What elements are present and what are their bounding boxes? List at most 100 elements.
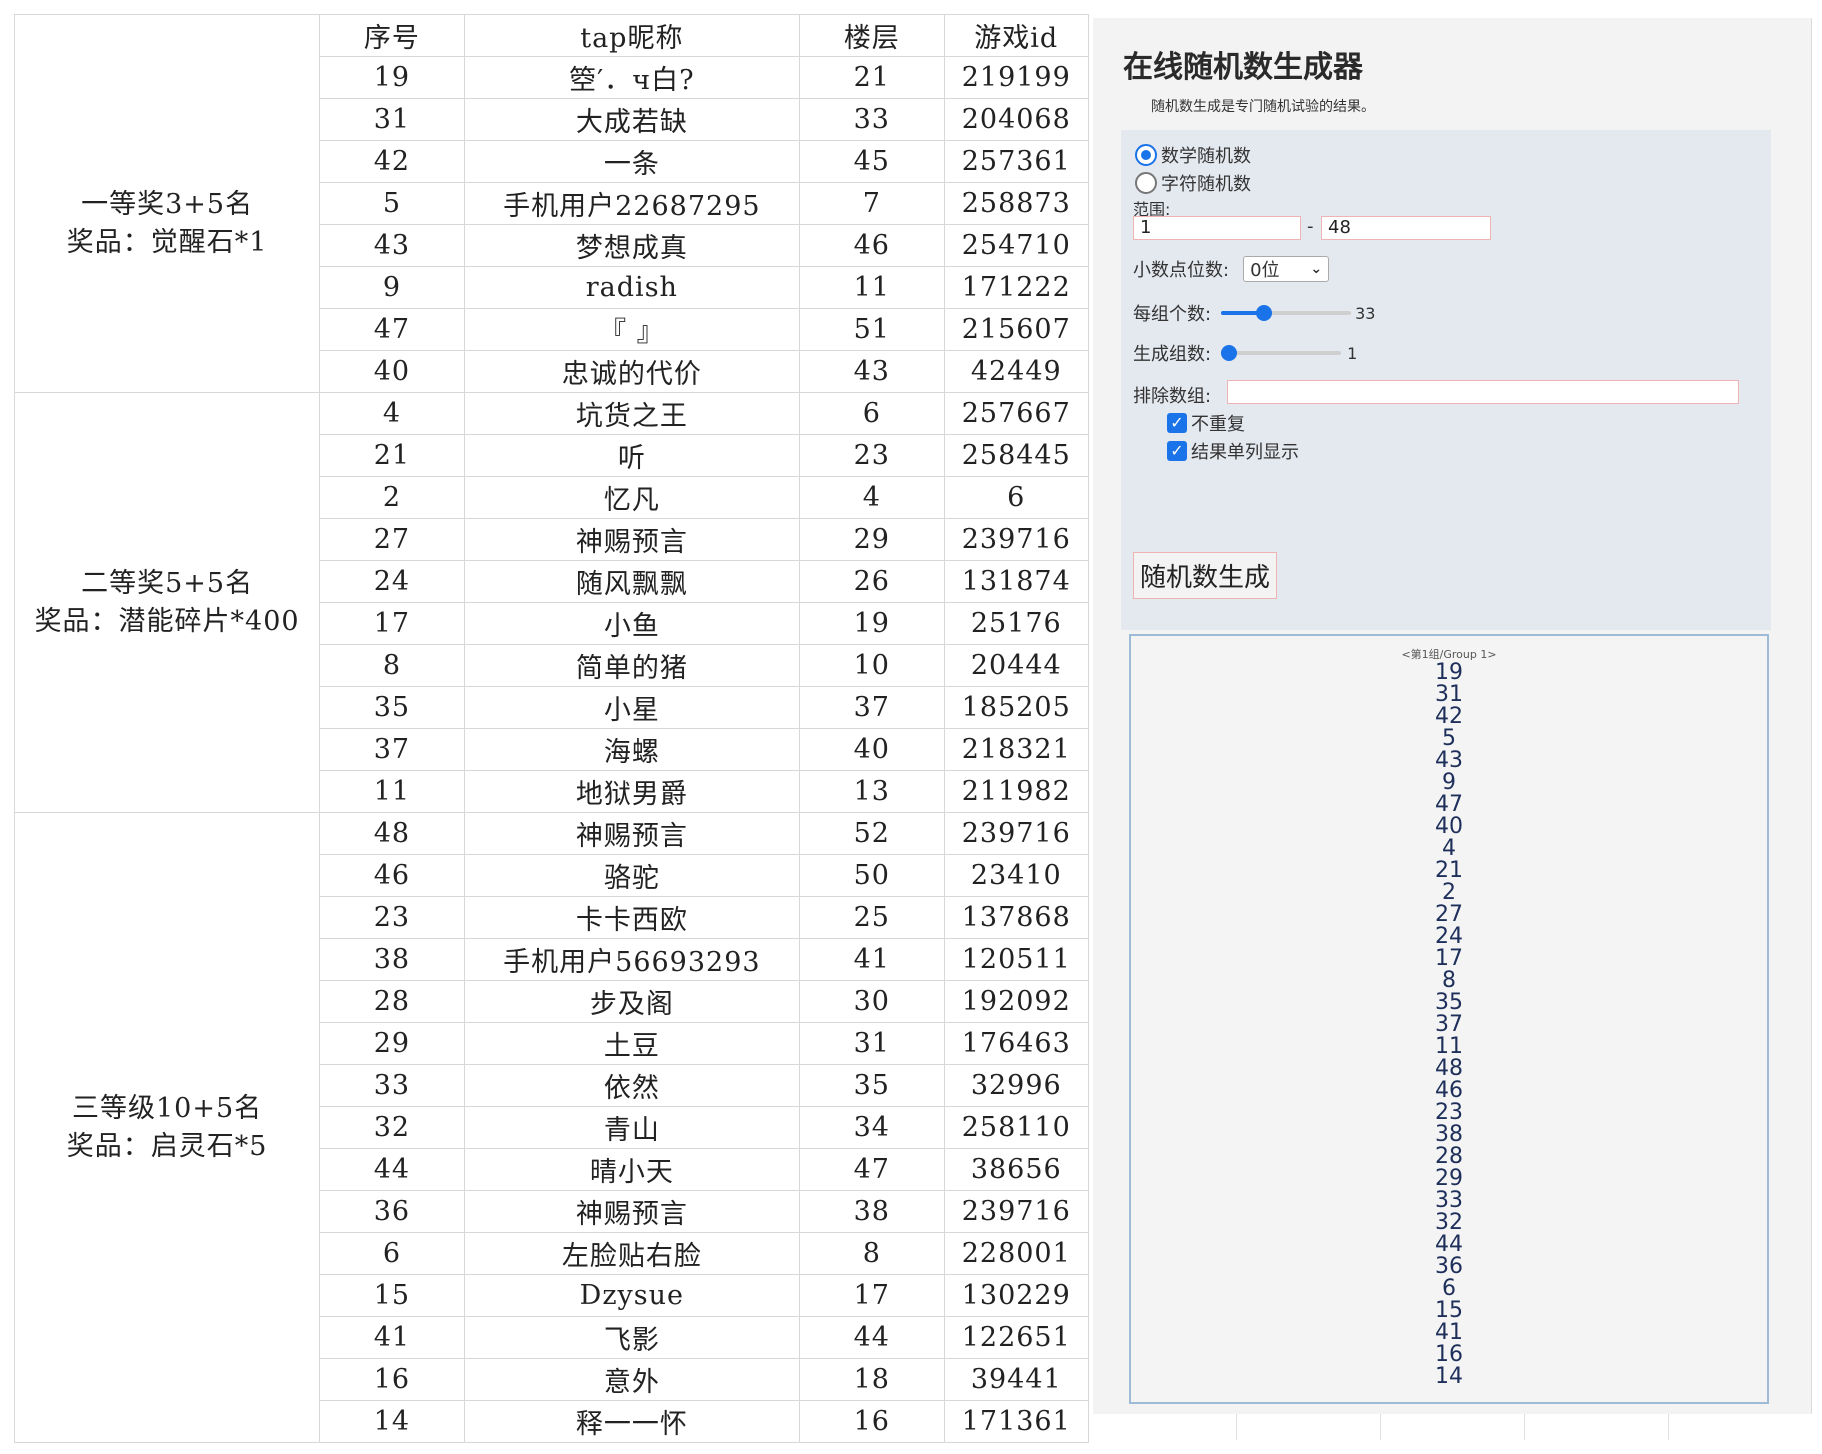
- cell-serial: 32: [320, 1107, 464, 1149]
- result-number: 48: [1399, 1058, 1499, 1080]
- cell-serial: 28: [320, 981, 464, 1023]
- cell-nickname: Dzysue: [464, 1275, 799, 1317]
- groups-slider-thumb[interactable]: [1221, 345, 1237, 361]
- prize-tier-label: 一等奖3+5名: [15, 186, 319, 224]
- cell-game-id: 32996: [944, 1065, 1088, 1107]
- generate-button[interactable]: 随机数生成: [1133, 552, 1277, 599]
- result-number: 4: [1399, 838, 1499, 860]
- per-group-slider-thumb[interactable]: [1256, 305, 1272, 321]
- single-column-option[interactable]: ✓ 结果单列显示: [1167, 438, 1299, 464]
- cell-serial: 29: [320, 1023, 464, 1065]
- cell-game-id: 218321: [944, 729, 1088, 771]
- cell-game-id: 131874: [944, 561, 1088, 603]
- cell-serial: 38: [320, 939, 464, 981]
- cell-serial: 48: [320, 813, 464, 855]
- column-header: 序号: [320, 15, 464, 57]
- result-number: 19: [1399, 662, 1499, 684]
- cell-game-id: 215607: [944, 309, 1088, 351]
- cell-game-id: 38656: [944, 1149, 1088, 1191]
- cell-game-id: 211982: [944, 771, 1088, 813]
- cell-serial: 40: [320, 351, 464, 393]
- cell-nickname: 依然: [464, 1065, 799, 1107]
- cell-game-id: 257361: [944, 141, 1088, 183]
- cell-game-id: 6: [944, 477, 1088, 519]
- cell-serial: 11: [320, 771, 464, 813]
- column-header: 楼层: [800, 15, 944, 57]
- range-min-input[interactable]: 1: [1133, 216, 1301, 240]
- cell-floor: 29: [800, 519, 944, 561]
- cell-game-id: 257667: [944, 393, 1088, 435]
- cell-serial: 41: [320, 1317, 464, 1359]
- cell-game-id: 239716: [944, 813, 1088, 855]
- prize-group-cell: 三等级10+5名 奖品：启灵石*5: [15, 813, 320, 1443]
- result-number: 27: [1399, 904, 1499, 926]
- per-group-value: 33: [1355, 304, 1375, 323]
- swirl-ornament-icon: ෣: [562, 1152, 563, 1187]
- cell-nickname: 简单的猪: [464, 645, 799, 687]
- single-column-label: 结果单列显示: [1191, 438, 1299, 464]
- range-max-input[interactable]: 48: [1321, 216, 1491, 240]
- mode-option-char[interactable]: 字符随机数: [1135, 170, 1251, 196]
- nickname-text: 晴小天: [590, 1157, 674, 1188]
- result-list: 19 31 42 5 43 9 47 40 4 21 2 27 24 17 8 35 37 11 48 46 23 38 2…: [1399, 662, 1499, 1388]
- cell-nickname: 随风飘飘: [464, 561, 799, 603]
- cell-floor: 31: [800, 1023, 944, 1065]
- cell-nickname: 手机用户56693293: [464, 939, 799, 981]
- cell-nickname: 小星: [464, 687, 799, 729]
- cell-floor: 18: [800, 1359, 944, 1401]
- check-icon[interactable]: ✓: [1167, 413, 1187, 433]
- result-number: 40: [1399, 816, 1499, 838]
- cell-floor: 33: [800, 99, 944, 141]
- cell-serial: 21: [320, 435, 464, 477]
- result-number: 16: [1399, 1344, 1499, 1366]
- result-number: 35: [1399, 992, 1499, 1014]
- cell-serial: 17: [320, 603, 464, 645]
- cell-floor: 34: [800, 1107, 944, 1149]
- cell-serial: 15: [320, 1275, 464, 1317]
- cell-game-id: 171361: [944, 1401, 1088, 1443]
- header-blank-cell: [15, 15, 320, 57]
- decimal-select-value: 0位: [1250, 256, 1279, 282]
- decimal-row: 小数点位数: 0位 ⌄: [1133, 256, 1329, 282]
- cell-floor: 6: [800, 393, 944, 435]
- decimal-select[interactable]: 0位 ⌄: [1243, 256, 1329, 282]
- cell-nickname: 听: [464, 435, 799, 477]
- cell-game-id: 192092: [944, 981, 1088, 1023]
- cell-serial: 27: [320, 519, 464, 561]
- no-repeat-option[interactable]: ✓ 不重复: [1167, 410, 1245, 436]
- result-number: 23: [1399, 1102, 1499, 1124]
- cell-game-id: 122651: [944, 1317, 1088, 1359]
- cell-floor: 44: [800, 1317, 944, 1359]
- cell-nickname: 飞影: [464, 1317, 799, 1359]
- cell-floor: 47: [800, 1149, 944, 1191]
- cell-floor: 10: [800, 645, 944, 687]
- result-number: 24: [1399, 926, 1499, 948]
- exclude-label: 排除数组:: [1133, 382, 1211, 408]
- cell-floor: 19: [800, 603, 944, 645]
- result-number: 8: [1399, 970, 1499, 992]
- result-number: 21: [1399, 860, 1499, 882]
- cell-nickname: 左脸贴右脸: [464, 1233, 799, 1275]
- prize-group-cell: 二等奖5+5名 奖品：潜能碎片*400: [15, 393, 320, 813]
- cell-floor: 38: [800, 1191, 944, 1233]
- groups-row: 生成组数: 1: [1133, 340, 1357, 366]
- per-group-slider[interactable]: [1221, 303, 1351, 323]
- result-number: 32: [1399, 1212, 1499, 1234]
- cell-serial: 14: [320, 1401, 464, 1443]
- decorated-nickname: ෣ 晴小天 ෣: [590, 1150, 674, 1189]
- cell-nickname: 意外: [464, 1359, 799, 1401]
- cell-game-id: 204068: [944, 99, 1088, 141]
- cell-floor: 52: [800, 813, 944, 855]
- check-icon[interactable]: ✓: [1167, 441, 1187, 461]
- result-number: 15: [1399, 1300, 1499, 1322]
- cell-floor: 16: [800, 1401, 944, 1443]
- cell-floor: 51: [800, 309, 944, 351]
- column-header: 游戏id: [944, 15, 1088, 57]
- radio-char[interactable]: [1135, 172, 1157, 194]
- radio-math[interactable]: [1135, 144, 1157, 166]
- mode-option-math[interactable]: 数学随机数: [1135, 142, 1251, 168]
- cell-floor: 41: [800, 939, 944, 981]
- cell-serial: 44: [320, 1149, 464, 1191]
- groups-slider[interactable]: [1221, 343, 1341, 363]
- exclude-input[interactable]: [1227, 380, 1739, 404]
